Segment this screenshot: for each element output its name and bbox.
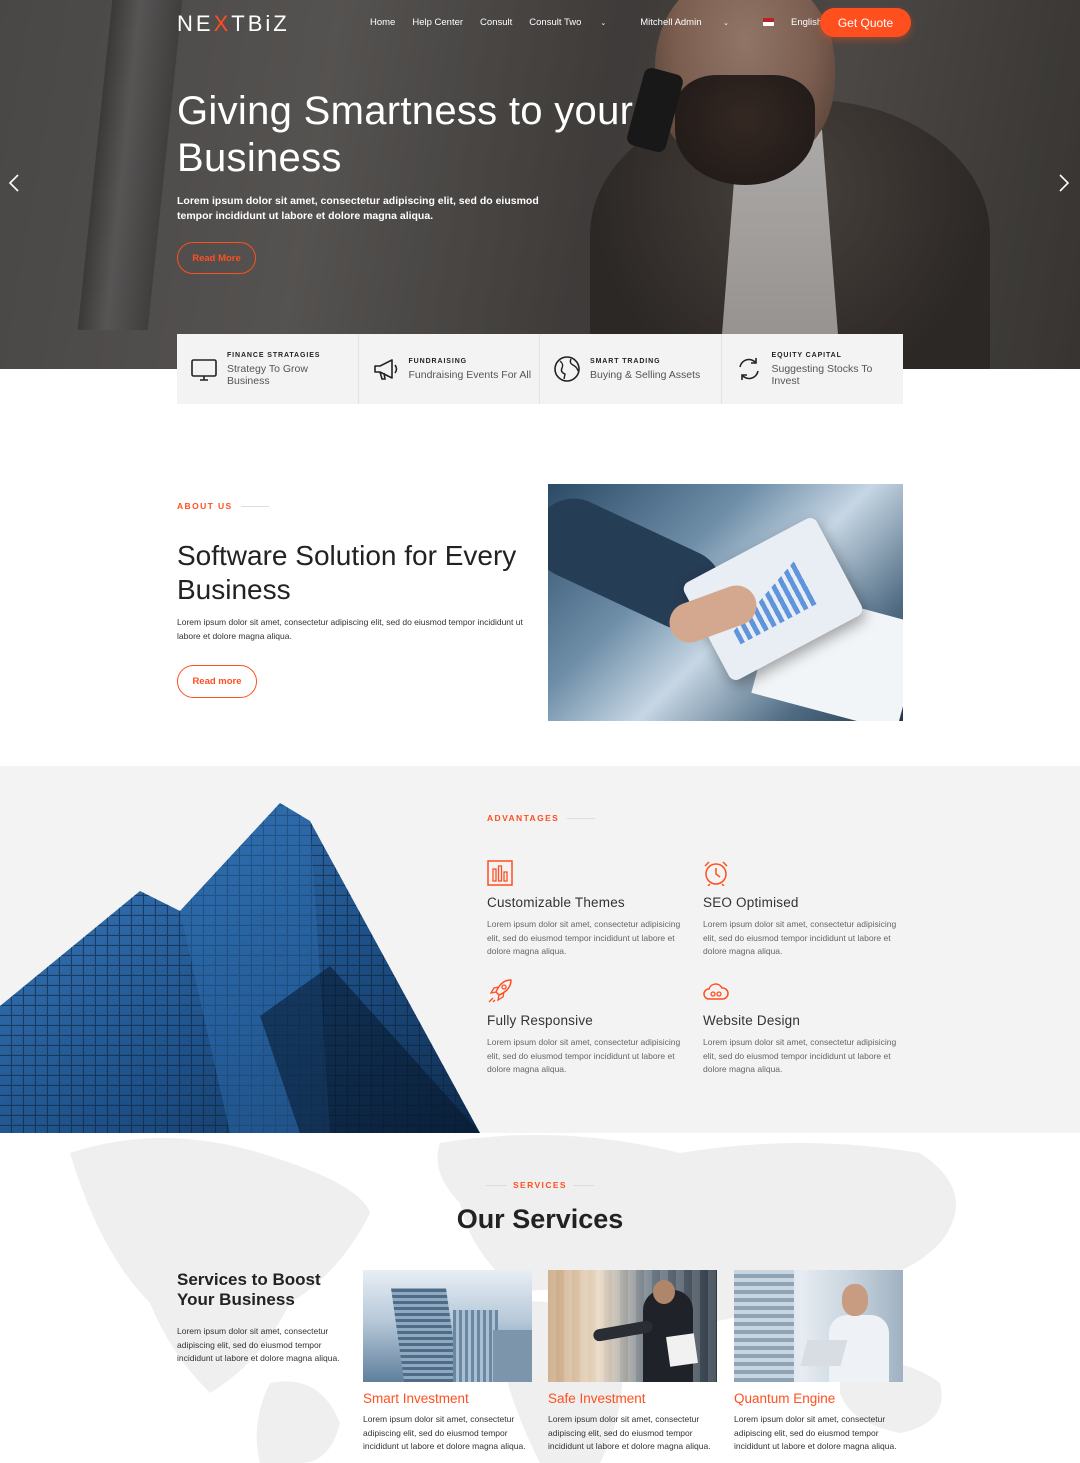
advantage-text: Lorem ipsum dolor sit amet, consectetur … [703, 1037, 897, 1074]
feature-kicker: EQUITY CAPITAL [771, 351, 842, 359]
services-eyebrow-label: SERVICES [512, 1180, 568, 1190]
globe-icon [554, 356, 580, 382]
service-card-image [548, 1270, 717, 1382]
hero-overlay [0, 0, 1080, 369]
advantage-item: SEO Optimised Lorem ipsum dolor sit amet… [703, 860, 903, 959]
cloud-icon [703, 983, 729, 1000]
skyscraper-image [0, 803, 480, 1133]
advantage-title: SEO Optimised [703, 895, 799, 910]
chevron-down-icon: ⌄ [723, 20, 730, 27]
us-flag-icon [763, 18, 775, 26]
service-card-title[interactable]: Smart Investment [363, 1391, 532, 1406]
feature-desc: Buying & Selling Assets [590, 368, 701, 381]
advantage-title: Fully Responsive [487, 1013, 593, 1028]
advantages-eyebrow: ADVANTAGES [487, 813, 596, 823]
advantage-text: Lorem ipsum dolor sit amet, consectetur … [487, 1037, 681, 1074]
eyebrow-divider [240, 505, 269, 507]
about-title: Software Solution for Every Business [177, 540, 517, 605]
feature-desc: Suggesting Stocks To Invest [771, 362, 873, 387]
service-card-image [363, 1270, 532, 1382]
service-card-safe-investment[interactable]: Safe Investment Lorem ipsum dolor sit am… [548, 1270, 717, 1454]
eyebrow-divider [573, 1184, 594, 1186]
user-name: Mitchell Admin [640, 17, 702, 28]
feature-fundraising[interactable]: FUNDRAISING Fundraising Events For All [358, 334, 540, 404]
eyebrow-divider [486, 1184, 507, 1186]
services-eyebrow: SERVICES [480, 1180, 600, 1190]
feature-equity-capital[interactable]: EQUITY CAPITAL Suggesting Stocks To Inves… [721, 334, 903, 404]
hero-slider: NEXTBiZ Home Help Center Consult Consult… [0, 0, 1080, 369]
hero-read-more-button[interactable]: Read More [177, 242, 256, 274]
feature-desc: Fundraising Events For All [408, 368, 532, 381]
slider-prev-icon[interactable] [8, 173, 20, 198]
features-strip: FINANCE STRATAGIES Strategy To Grow Busin… [177, 334, 903, 404]
hero-text: Lorem ipsum dolor sit amet, consectetur … [177, 195, 539, 222]
hero-title: Giving Smartness to your Business [177, 89, 634, 180]
nav-more-dropdown[interactable]: ⌄ [598, 17, 623, 28]
top-navbar: NEXTBiZ Home Help Center Consult Consult… [0, 0, 1080, 46]
feature-desc: Strategy To Grow Business [227, 362, 308, 387]
chevron-down-icon: ⌄ [600, 20, 607, 27]
feature-kicker: SMART TRADING [590, 357, 661, 365]
about-tablet-image [548, 484, 903, 721]
advantage-item: Website Design Lorem ipsum dolor sit ame… [703, 978, 903, 1077]
nav-consult-two[interactable]: Consult Two [529, 17, 581, 28]
feature-smart-trading[interactable]: SMART TRADING Buying & Selling Assets [540, 334, 722, 404]
slider-next-icon[interactable] [1058, 173, 1070, 198]
monitor-icon [191, 359, 217, 381]
eyebrow-divider [567, 817, 596, 819]
services-side-title: Services to Boost Your Business [177, 1270, 321, 1309]
service-card-title[interactable]: Safe Investment [548, 1391, 717, 1406]
feature-finance-strategies[interactable]: FINANCE STRATAGIES Strategy To Grow Busin… [177, 334, 359, 404]
rocket-icon [488, 979, 512, 1003]
feature-kicker: FINANCE STRATAGIES [227, 351, 321, 359]
about-eyebrow: ABOUT US [177, 501, 269, 511]
advantage-text: Lorem ipsum dolor sit amet, consectetur … [487, 919, 681, 956]
service-card-quantum-engine[interactable]: Quantum Engine Lorem ipsum dolor sit ame… [734, 1270, 903, 1454]
service-card-image [734, 1270, 903, 1382]
megaphone-icon [373, 359, 397, 380]
about-text: Lorem ipsum dolor sit amet, consectetur … [177, 617, 523, 641]
advantages-eyebrow-label: ADVANTAGES [487, 813, 560, 823]
feature-kicker: FUNDRAISING [408, 357, 468, 365]
advantage-text: Lorem ipsum dolor sit amet, consectetur … [703, 919, 897, 956]
nav-home[interactable]: Home [370, 17, 395, 28]
advantage-item: Customizable Themes Lorem ipsum dolor si… [487, 860, 687, 959]
bar-chart-icon [487, 860, 513, 886]
service-card-text: Lorem ipsum dolor sit amet, consectetur … [734, 1414, 897, 1451]
services-side-text: Lorem ipsum dolor sit amet, consectetur … [177, 1326, 340, 1363]
nav-consult[interactable]: Consult [480, 17, 512, 28]
service-card-text: Lorem ipsum dolor sit amet, consectetur … [363, 1414, 526, 1451]
brand-logo[interactable]: NEXTBiZ [177, 11, 290, 37]
about-eyebrow-label: ABOUT US [177, 501, 233, 511]
advantage-item: Fully Responsive Lorem ipsum dolor sit a… [487, 978, 687, 1077]
user-menu[interactable]: Mitchell Admin ⌄ [640, 17, 746, 28]
service-card-text: Lorem ipsum dolor sit amet, consectetur … [548, 1414, 711, 1451]
nav-help-center[interactable]: Help Center [412, 17, 463, 28]
advantage-title: Customizable Themes [487, 895, 625, 910]
get-quote-button[interactable]: Get Quote [820, 8, 911, 37]
services-title: Our Services [456, 1204, 624, 1234]
service-card-smart-investment[interactable]: Smart Investment Lorem ipsum dolor sit a… [363, 1270, 532, 1454]
service-card-title[interactable]: Quantum Engine [734, 1391, 903, 1406]
alarm-clock-icon [704, 861, 728, 887]
about-read-more-button[interactable]: Read more [177, 665, 257, 698]
refresh-icon [738, 358, 759, 380]
advantage-title: Website Design [703, 1013, 801, 1028]
